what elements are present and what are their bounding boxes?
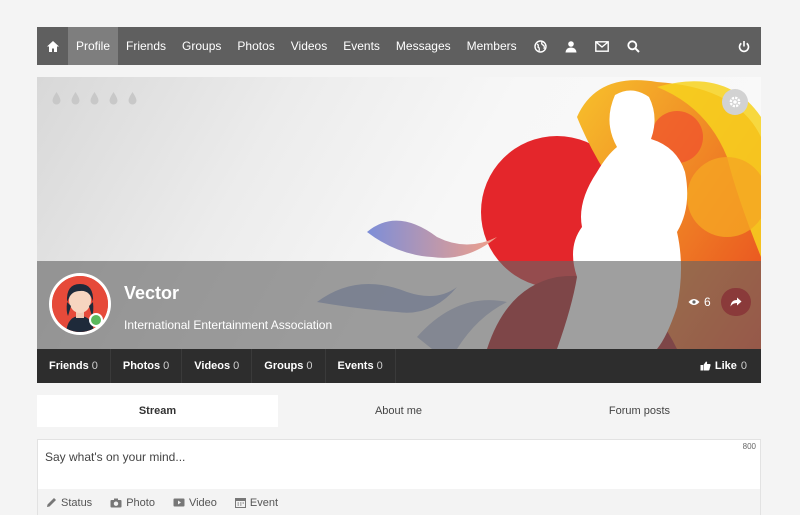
tab-forum-posts[interactable]: Forum posts xyxy=(519,395,760,427)
power-icon[interactable] xyxy=(727,27,761,65)
profile-subtitle: International Entertainment Association xyxy=(124,318,333,332)
online-status-indicator xyxy=(89,313,103,327)
profile-cover: Vector International Entertainment Assoc… xyxy=(37,77,761,349)
nav-groups[interactable]: Groups xyxy=(174,27,229,65)
eye-icon xyxy=(688,299,700,305)
nav-profile[interactable]: Profile xyxy=(68,27,119,65)
composer-photo-button[interactable]: Photo xyxy=(110,497,155,509)
profile-tabs: Stream About me Forum posts xyxy=(37,395,761,427)
nav-members[interactable]: Members xyxy=(459,27,525,65)
video-icon xyxy=(173,498,185,507)
view-count: 6 xyxy=(688,295,711,309)
composer-input[interactable]: Say what's on your mind... xyxy=(45,450,185,464)
gear-icon[interactable] xyxy=(722,89,748,115)
share-button[interactable] xyxy=(721,288,751,316)
share-icon xyxy=(730,297,742,307)
drop-icon xyxy=(128,92,137,105)
tab-stream[interactable]: Stream xyxy=(37,395,278,427)
top-navbar: Profile Friends Groups Photos Videos Eve… xyxy=(37,27,761,65)
avatar[interactable] xyxy=(49,273,111,335)
search-icon[interactable] xyxy=(618,27,649,65)
drop-icon xyxy=(52,92,61,105)
mail-icon[interactable] xyxy=(587,27,618,65)
nav-friends[interactable]: Friends xyxy=(118,27,174,65)
drop-icon xyxy=(109,92,118,105)
composer-toolbar: Status Photo Video Event xyxy=(38,489,760,515)
profile-stats-bar: Friends 0 Photos 0 Videos 0 Groups 0 Events 0… xyxy=(37,349,761,383)
nav-photos[interactable]: Photos xyxy=(229,27,282,65)
tab-about-me[interactable]: About me xyxy=(278,395,519,427)
home-icon[interactable] xyxy=(37,27,68,65)
thumbs-up-icon xyxy=(700,361,711,371)
stat-events[interactable]: Events 0 xyxy=(326,349,396,383)
like-button[interactable]: Like 0 xyxy=(686,349,761,383)
status-composer[interactable]: Say what's on your mind... 800 Status Ph… xyxy=(37,439,761,515)
composer-event-button[interactable]: Event xyxy=(234,497,278,509)
globe-icon[interactable] xyxy=(525,27,556,65)
friend-requests-icon[interactable] xyxy=(556,27,587,65)
composer-status-button[interactable]: Status xyxy=(46,497,92,509)
composer-video-button[interactable]: Video xyxy=(173,497,217,509)
cover-drops xyxy=(51,91,138,105)
nav-messages[interactable]: Messages xyxy=(388,27,459,65)
profile-name[interactable]: Vector xyxy=(124,283,179,304)
drop-icon xyxy=(90,92,99,105)
drop-icon xyxy=(71,92,80,105)
camera-icon xyxy=(110,498,122,507)
profile-header-bar: Vector International Entertainment Assoc… xyxy=(37,261,761,349)
view-count-value: 6 xyxy=(704,295,711,309)
stat-groups[interactable]: Groups 0 xyxy=(252,349,326,383)
calendar-icon xyxy=(234,498,246,508)
stat-videos[interactable]: Videos 0 xyxy=(182,349,253,383)
pencil-icon xyxy=(47,498,56,507)
nav-videos[interactable]: Videos xyxy=(283,27,335,65)
stat-photos[interactable]: Photos 0 xyxy=(111,349,183,383)
nav-events[interactable]: Events xyxy=(335,27,388,65)
stat-friends[interactable]: Friends 0 xyxy=(37,349,111,383)
char-counter: 800 xyxy=(742,442,756,451)
